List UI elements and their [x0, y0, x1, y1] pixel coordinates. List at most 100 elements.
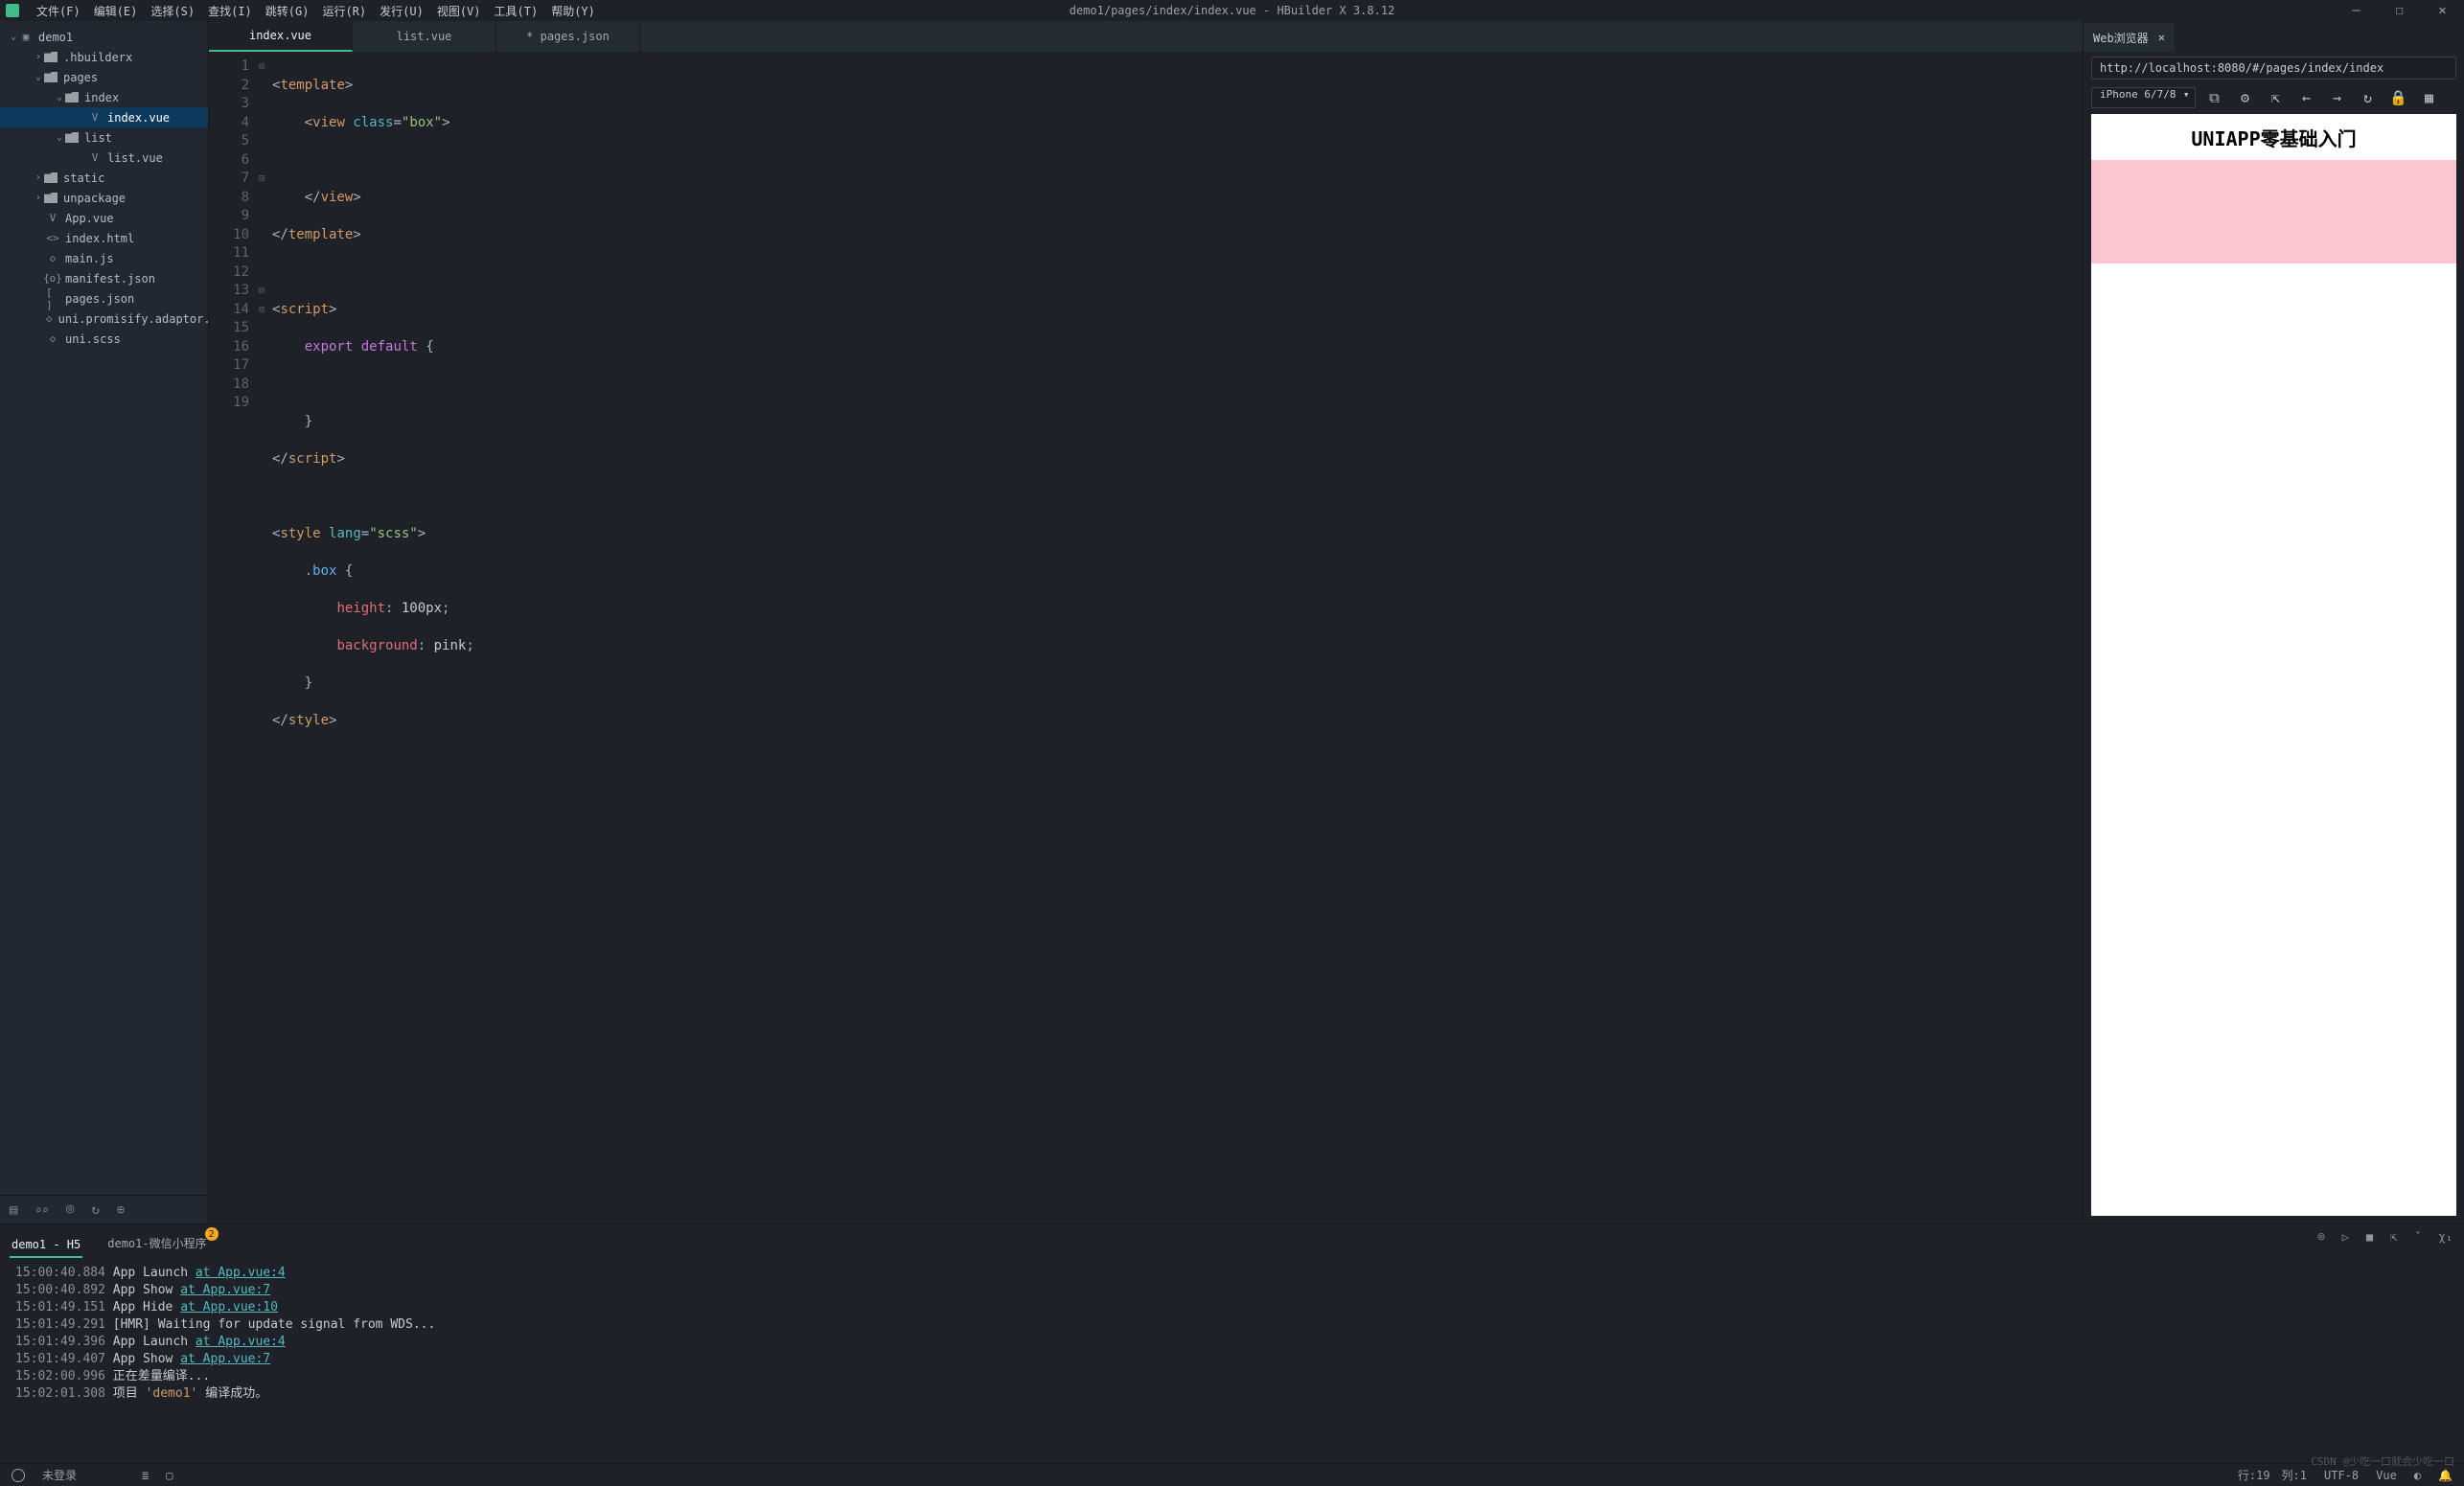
- tree-item[interactable]: ◇uni.promisify.adaptor.js: [0, 309, 208, 329]
- console-log[interactable]: 15:00:40.884 App Launch at App.vue:415:0…: [0, 1257, 2464, 1463]
- sync-status-icon[interactable]: ◐: [2414, 1469, 2421, 1482]
- language-mode[interactable]: Vue: [2376, 1469, 2397, 1482]
- refresh-icon[interactable]: ↻: [2355, 87, 2380, 108]
- menu-publish[interactable]: 发行(U): [380, 3, 424, 19]
- forward-icon[interactable]: →: [2324, 87, 2349, 108]
- file-icon: [ ]: [46, 292, 59, 306]
- user-avatar-icon[interactable]: [12, 1469, 25, 1482]
- tree-item-label: uni.promisify.adaptor.js: [58, 312, 208, 326]
- login-status[interactable]: 未登录: [42, 1467, 77, 1483]
- preview-frame: UNIAPP零基础入门: [2091, 114, 2456, 1216]
- tree-item-label: list.vue: [107, 151, 163, 165]
- close-icon[interactable]: ✕: [2158, 31, 2165, 44]
- tree-item-label: index: [84, 91, 119, 104]
- tree-item[interactable]: [ ]pages.json: [0, 288, 208, 309]
- browser-tab-label: Web浏览器: [2093, 30, 2149, 46]
- tree-item[interactable]: ⌄pages: [0, 67, 208, 87]
- tree-item-label: uni.scss: [65, 332, 121, 346]
- menu-file[interactable]: 文件(F): [36, 3, 81, 19]
- explorer-icon[interactable]: ▤: [10, 1202, 17, 1218]
- source-link[interactable]: at App.vue:10: [180, 1300, 278, 1315]
- tree-item[interactable]: ›static: [0, 168, 208, 188]
- play-icon[interactable]: ▷: [2342, 1230, 2349, 1244]
- menu-edit[interactable]: 编辑(E): [94, 3, 138, 19]
- menu-run[interactable]: 运行(R): [322, 3, 366, 19]
- sync-icon[interactable]: ↻: [91, 1202, 99, 1218]
- file-icon: V: [46, 212, 59, 225]
- gear-icon[interactable]: ⚙: [2232, 87, 2257, 108]
- source-link[interactable]: at App.vue:4: [196, 1335, 286, 1349]
- code-editor[interactable]: 12345678910111213141516171819 ⊟⊟⊟⊟ <temp…: [209, 52, 2083, 1223]
- tree-item[interactable]: ◇main.js: [0, 248, 208, 268]
- window-title: demo1/pages/index/index.vue - HBuilder X…: [1070, 4, 1395, 17]
- tree-item[interactable]: Vindex.vue: [0, 107, 208, 127]
- collapse-icon[interactable]: ˇ: [2414, 1230, 2421, 1244]
- grid-icon[interactable]: ▦: [2416, 87, 2441, 108]
- bell-icon[interactable]: 🔔: [2438, 1469, 2452, 1482]
- source-link[interactable]: at App.vue:4: [196, 1266, 286, 1280]
- console-tab-h5[interactable]: demo1 - H5: [10, 1232, 82, 1257]
- chevron-icon: ›: [33, 193, 44, 203]
- code-content[interactable]: <template> <view class="box"> </view> </…: [268, 52, 2083, 1223]
- tree-item-label: App.vue: [65, 212, 114, 225]
- window-close-button[interactable]: ✕: [2421, 0, 2464, 21]
- outline-icon[interactable]: ≣: [142, 1469, 149, 1482]
- chevron-icon: ⌄: [33, 72, 44, 82]
- encoding[interactable]: UTF-8: [2324, 1469, 2359, 1482]
- search-icon[interactable]: ⌕⌕: [35, 1203, 48, 1217]
- browser-tab[interactable]: Web浏览器 ✕: [2084, 23, 2175, 52]
- tree-item[interactable]: V App.vue: [0, 208, 208, 228]
- globe-icon[interactable]: ⊕: [117, 1202, 125, 1218]
- tree-item[interactable]: <>index.html: [0, 228, 208, 248]
- editor-tabs: index.vue list.vue * pages.json: [209, 21, 2083, 52]
- tree-item[interactable]: ›unpackage: [0, 188, 208, 208]
- stop-icon[interactable]: ■: [2366, 1230, 2373, 1244]
- project-root[interactable]: ⌄ ▣ demo1: [0, 27, 208, 47]
- folder-icon: [65, 92, 79, 103]
- console-tab-wx-label: demo1-微信小程序: [107, 1237, 206, 1250]
- project-name: demo1: [38, 31, 73, 44]
- tree-item[interactable]: ⌄list: [0, 127, 208, 148]
- menu-help[interactable]: 帮助(Y): [551, 3, 595, 19]
- url-input[interactable]: [2091, 57, 2456, 80]
- tab-list-vue[interactable]: list.vue: [353, 21, 496, 52]
- folder-icon: [44, 193, 58, 203]
- tree-item[interactable]: ⌄index: [0, 87, 208, 107]
- tree-item[interactable]: {o}manifest.json: [0, 268, 208, 288]
- chevron-icon: ⌄: [54, 132, 65, 143]
- tree-item-label: index.html: [65, 232, 134, 245]
- tree-item[interactable]: ›.hbuilderx: [0, 47, 208, 67]
- source-link[interactable]: at App.vue:7: [180, 1352, 270, 1366]
- tree-item[interactable]: Vlist.vue: [0, 148, 208, 168]
- bug-icon[interactable]: ⌾: [2317, 1230, 2324, 1244]
- popout-icon[interactable]: ⇱: [2390, 1230, 2397, 1244]
- file-icon: ◇: [46, 252, 59, 265]
- back-icon[interactable]: ←: [2293, 87, 2318, 108]
- debug-icon[interactable]: ⌾: [66, 1202, 74, 1218]
- tree-item[interactable]: ◇uni.scss: [0, 329, 208, 349]
- new-window-icon[interactable]: ⧉: [2201, 87, 2226, 108]
- menu-goto[interactable]: 跳转(G): [265, 3, 310, 19]
- tree-item-label: static: [63, 171, 104, 185]
- menu-tools[interactable]: 工具(T): [495, 3, 539, 19]
- folder-icon: [44, 72, 58, 82]
- clear-icon[interactable]: χ₁: [2439, 1230, 2452, 1244]
- export-icon[interactable]: ⇱: [2263, 87, 2288, 108]
- file-icon: {o}: [46, 272, 59, 286]
- console-tab-wx[interactable]: demo1-微信小程序 2: [105, 1229, 208, 1257]
- menu-select[interactable]: 选择(S): [150, 3, 195, 19]
- menu-view[interactable]: 视图(V): [437, 3, 481, 19]
- menu-find[interactable]: 查找(I): [208, 3, 252, 19]
- window-minimize-button[interactable]: ―: [2335, 0, 2378, 21]
- source-link[interactable]: at App.vue:7: [180, 1283, 270, 1297]
- fold-gutter[interactable]: ⊟⊟⊟⊟: [255, 52, 268, 1223]
- folder-icon: [44, 172, 58, 183]
- device-select[interactable]: iPhone 6/7/8: [2091, 87, 2196, 108]
- web-browser-panel: Web浏览器 ✕ iPhone 6/7/8 ⧉ ⚙ ⇱ ← → ↻ 🔒 ▦ UN…: [2083, 21, 2464, 1223]
- lock-icon[interactable]: 🔒: [2385, 87, 2410, 108]
- terminal-icon[interactable]: ▢: [166, 1469, 173, 1482]
- tab-pages-json[interactable]: * pages.json: [496, 21, 640, 52]
- window-maximize-button[interactable]: ☐: [2378, 0, 2421, 21]
- browser-toolbar: iPhone 6/7/8 ⧉ ⚙ ⇱ ← → ↻ 🔒 ▦: [2084, 84, 2464, 114]
- tab-index-vue[interactable]: index.vue: [209, 21, 353, 52]
